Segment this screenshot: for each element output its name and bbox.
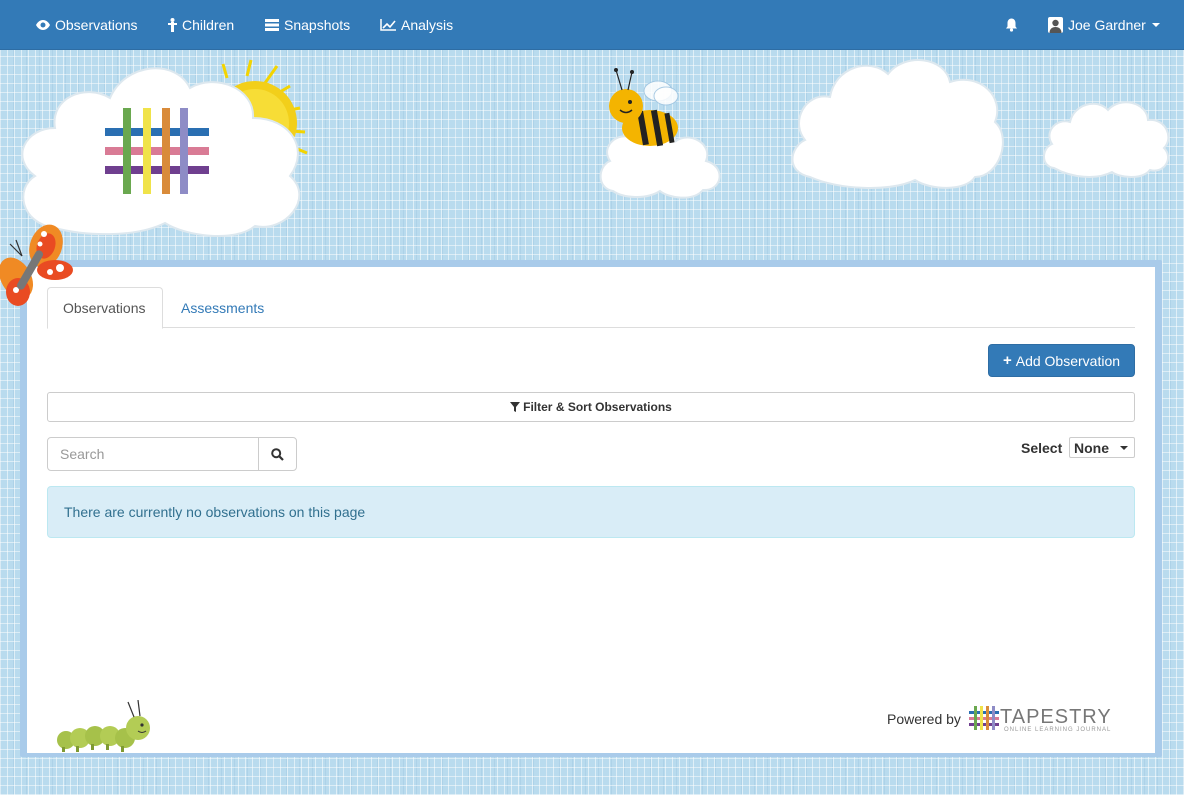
eye-icon bbox=[36, 20, 50, 30]
select-value: None bbox=[1074, 439, 1109, 456]
nav-snapshots[interactable]: Snapshots bbox=[265, 0, 350, 50]
user-menu[interactable]: Joe Gardner bbox=[1048, 0, 1160, 50]
bell-icon bbox=[1006, 18, 1017, 32]
search-group bbox=[47, 437, 297, 471]
filter-sort-toggle[interactable]: Filter & Sort Observations bbox=[47, 392, 1135, 422]
tapestry-small-logo bbox=[969, 706, 999, 730]
bee-cloud-illustration bbox=[599, 68, 721, 199]
search-icon bbox=[271, 447, 284, 461]
list-icon bbox=[265, 19, 279, 31]
search-button[interactable] bbox=[258, 437, 297, 471]
nav-snapshots-label: Snapshots bbox=[284, 17, 351, 33]
empty-state-alert: There are currently no observations on t… bbox=[47, 486, 1135, 538]
nav-children[interactable]: Children bbox=[168, 0, 234, 50]
add-observation-label: Add Observation bbox=[1015, 352, 1121, 369]
nav-observations[interactable]: Observations bbox=[36, 0, 137, 50]
tapestry-brand-name: TAPESTRY bbox=[1000, 706, 1112, 728]
powered-by-text: Powered by bbox=[887, 711, 961, 727]
user-icon bbox=[1048, 17, 1063, 33]
cloud-small-illustration bbox=[1043, 101, 1170, 178]
tab-bar: Observations Assessments bbox=[47, 287, 1135, 329]
nav-analysis[interactable]: Analysis bbox=[380, 0, 453, 50]
search-input[interactable] bbox=[47, 437, 259, 471]
chevron-down-icon bbox=[1120, 446, 1128, 450]
user-name: Joe Gardner bbox=[1068, 17, 1146, 33]
nav-analysis-label: Analysis bbox=[401, 17, 454, 33]
tapestry-brand-subtitle: ONLINE LEARNING JOURNAL bbox=[1004, 727, 1112, 733]
empty-state-message: There are currently no observations on t… bbox=[64, 504, 366, 520]
cloud-large-illustration bbox=[791, 59, 1004, 189]
chevron-down-icon bbox=[1151, 23, 1160, 27]
filter-sort-label: Filter & Sort Observations bbox=[523, 400, 672, 414]
child-icon bbox=[168, 18, 177, 32]
add-observation-button[interactable]: + Add Observation bbox=[988, 344, 1135, 377]
tab-assessments[interactable]: Assessments bbox=[166, 287, 279, 328]
top-navbar: Observations Children Snapshots Analysis bbox=[0, 0, 1184, 50]
sun-cloud-logo-illustration bbox=[21, 59, 308, 237]
select-label: Select bbox=[1021, 440, 1063, 456]
nav-children-label: Children bbox=[182, 17, 235, 33]
tab-observations[interactable]: Observations bbox=[47, 287, 163, 329]
select-dropdown[interactable]: None bbox=[1069, 437, 1135, 458]
caterpillar-illustration bbox=[57, 700, 150, 752]
notifications-button[interactable] bbox=[1005, 0, 1023, 50]
plus-icon: + bbox=[1002, 352, 1012, 369]
nav-observations-label: Observations bbox=[55, 17, 138, 33]
filter-icon bbox=[510, 402, 521, 412]
line-chart-icon bbox=[380, 19, 396, 31]
